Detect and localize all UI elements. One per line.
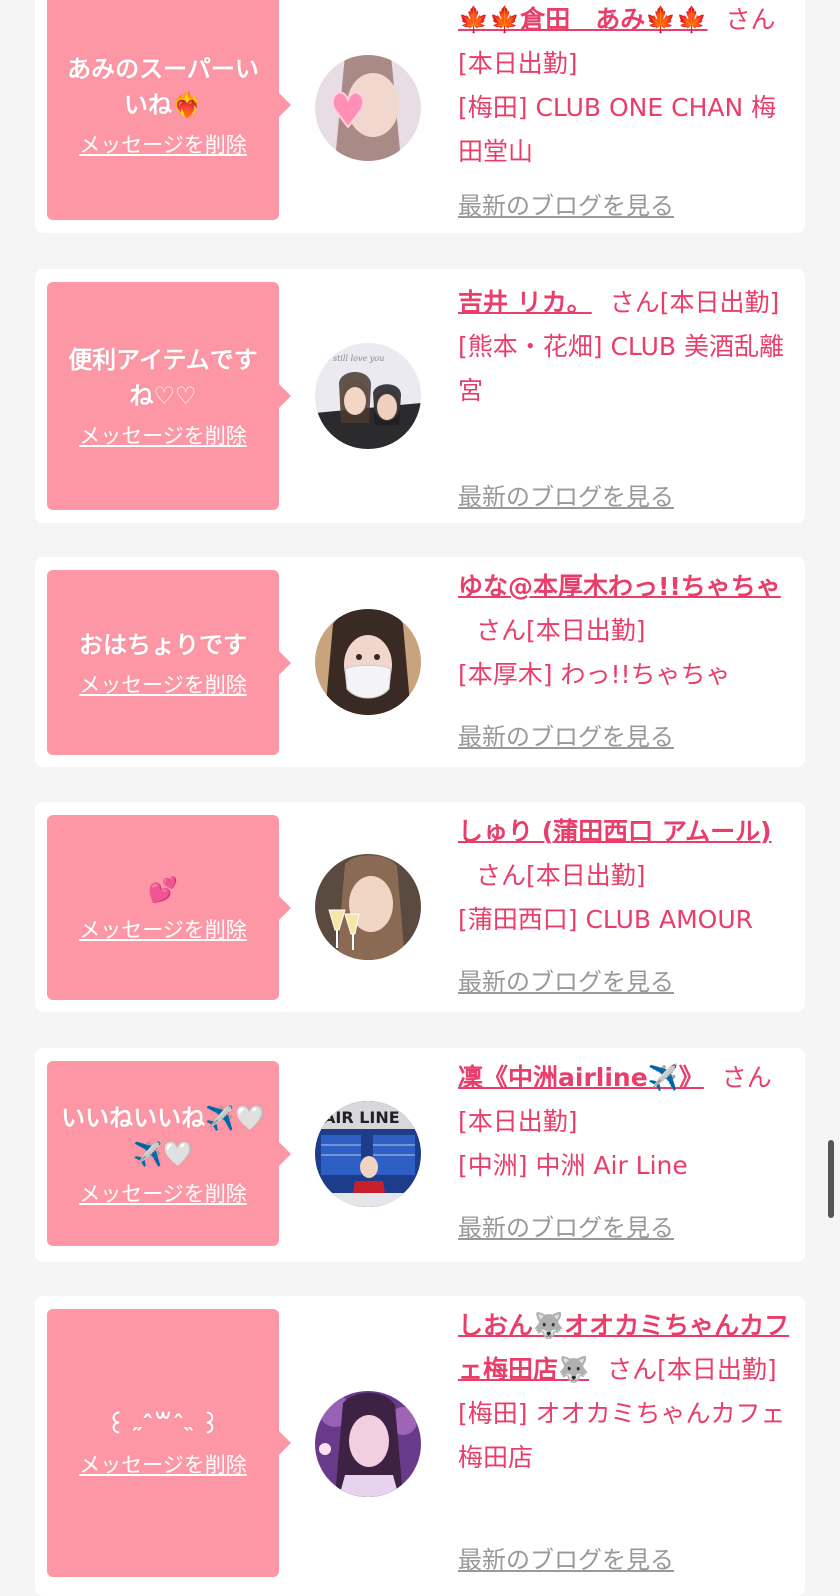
latest-blog-link[interactable]: 最新のブログを見る <box>458 184 674 228</box>
woman-with-champagne-icon <box>315 854 421 960</box>
cast-avatar[interactable] <box>315 854 421 960</box>
cast-info: しおん🐺オオカミちゃんカフェ梅田店🐺 さん[本日出勤] [梅田] オオカミちゃんカ… <box>458 1304 793 1574</box>
delete-message-link[interactable]: メッセージを削除 <box>79 916 247 944</box>
scrollbar-thumb[interactable] <box>828 1140 834 1218</box>
cast-info: 吉井 リカ。 さん[本日出勤] [熊本・花畑] CLUB 美酒乱離宮 最新のブログ… <box>458 281 793 511</box>
svg-text:S still love you: S still love you <box>325 354 384 363</box>
honorific: さん <box>476 861 527 890</box>
cast-avatar[interactable]: S still love you <box>315 343 421 449</box>
delete-message-link[interactable]: メッセージを削除 <box>79 1451 247 1479</box>
latest-blog-link[interactable]: 最新のブログを見る <box>458 715 674 759</box>
message-text: いいねいいね✈️🤍✈️🤍 <box>61 1103 265 1168</box>
delete-message-link[interactable]: メッセージを削除 <box>79 671 247 699</box>
message-card: 便利アイテムですね♡♡ メッセージを削除 S still love you 吉井… <box>35 269 805 523</box>
cast-info: 🍁🍁倉田 あみ🍁🍁 さん [本日出勤] [梅田] CLUB ONE CHAN 梅田堂… <box>458 0 793 220</box>
cast-info: 凜《中洲airline✈️》 さん[本日出勤] [中洲] 中洲 Air Line … <box>458 1056 793 1242</box>
honorific: さん <box>721 1063 772 1092</box>
cast-name-link[interactable]: 吉井 リカ。 <box>458 288 592 317</box>
latest-blog-link[interactable]: 最新のブログを見る <box>458 475 674 519</box>
message-bubble: いいねいいね✈️🤍✈️🤍 メッセージを削除 <box>47 1061 291 1246</box>
message-bubble: 便利アイテムですね♡♡ メッセージを削除 <box>47 282 291 510</box>
latest-blog-link[interactable]: 最新のブログを見る <box>458 1206 674 1250</box>
message-card: いいねいいね✈️🤍✈️🤍 メッセージを削除 AIR LINE 凜《中洲airli… <box>35 1048 805 1262</box>
cast-avatar[interactable] <box>315 55 421 161</box>
message-text: おはちょりです <box>79 630 247 659</box>
cast-name-link[interactable]: しゅり (蒲田西口 アムール) <box>458 817 772 846</box>
attendance-status: [本日出勤] <box>526 861 646 890</box>
message-text: ꒰ ˶ˆ꒳ˆ˵ ꒱ <box>106 1411 220 1439</box>
message-text: 💕 <box>148 875 178 904</box>
attendance-status: [本日出勤] <box>526 616 646 645</box>
cast-info: ゆな@本厚木わっ!!ちゃちゃさん[本日出勤] [本厚木] わっ!!ちゃちゃ 最新… <box>458 565 793 751</box>
airport-departure-board-icon: AIR LINE <box>315 1101 421 1207</box>
shop-name: [本厚木] わっ!!ちゃちゃ <box>458 660 731 689</box>
message-text: あみのスーパーいいね❤️‍🔥 <box>67 55 259 119</box>
honorific: さん <box>476 616 527 645</box>
message-bubble: ꒰ ˶ˆ꒳ˆ˵ ꒱ メッセージを削除 <box>47 1309 291 1577</box>
shop-name: [中洲] 中洲 Air Line <box>458 1151 688 1180</box>
honorific: さん <box>607 1355 658 1384</box>
cast-avatar[interactable] <box>315 1391 421 1497</box>
shop-name: [梅田] CLUB ONE CHAN 梅田堂山 <box>458 93 777 166</box>
woman-purple-lighting-icon <box>315 1391 421 1497</box>
latest-blog-link[interactable]: 最新のブログを見る <box>458 1538 674 1582</box>
message-bubble: あみのスーパーいいね❤️‍🔥 メッセージを削除 <box>47 0 291 220</box>
two-women-selfie-icon: S still love you <box>315 343 421 449</box>
attendance-status: [本日出勤] <box>659 288 780 317</box>
latest-blog-link[interactable]: 最新のブログを見る <box>458 960 674 1004</box>
delete-message-link[interactable]: メッセージを削除 <box>79 422 247 450</box>
message-card: 💕 メッセージを削除 しゅり (蒲田西口 アムール) さん[本日出勤] [蒲田西口… <box>35 802 805 1012</box>
honorific: さん <box>725 5 776 34</box>
cast-name-link[interactable]: ゆな@本厚木わっ!!ちゃちゃ <box>458 572 781 601</box>
delete-message-link[interactable]: メッセージを削除 <box>79 1180 247 1208</box>
cast-name-link[interactable]: 凜《中洲airline✈️》 <box>458 1063 704 1092</box>
cast-avatar[interactable]: AIR LINE <box>315 1101 421 1207</box>
attendance-status: [本日出勤] <box>657 1355 777 1384</box>
delete-message-link[interactable]: メッセージを削除 <box>79 131 247 159</box>
message-card: おはちょりです メッセージを削除 ゆな@本厚木わっ!!ちゃちゃさん[本日出勤] … <box>35 557 805 767</box>
woman-with-mask-icon <box>315 609 421 715</box>
shop-name: [熊本・花畑] CLUB 美酒乱離宮 <box>458 332 784 405</box>
message-bubble: 💕 メッセージを削除 <box>47 815 291 1000</box>
shop-name: [蒲田西口] CLUB AMOUR <box>458 905 754 934</box>
svg-text:AIR LINE: AIR LINE <box>323 1108 400 1127</box>
honorific: さん <box>609 288 660 317</box>
cast-name-link[interactable]: 🍁🍁倉田 あみ🍁🍁 <box>458 5 708 34</box>
cast-avatar[interactable] <box>315 609 421 715</box>
message-card: あみのスーパーいいね❤️‍🔥 メッセージを削除 🍁🍁倉田 あみ🍁🍁 さん [本日出勤… <box>35 0 805 233</box>
attendance-status: [本日出勤] <box>458 1107 578 1136</box>
shop-name: [梅田] オオカミちゃんカフェ梅田店 <box>458 1399 786 1472</box>
message-card: ꒰ ˶ˆ꒳ˆ˵ ꒱ メッセージを削除 しおん🐺オオカミちゃんカフェ梅田店🐺 さん[… <box>35 1296 805 1596</box>
cast-info: しゅり (蒲田西口 アムール) さん[本日出勤] [蒲田西口] CLUB AMOU… <box>458 810 793 996</box>
message-text: 便利アイテムですね♡♡ <box>68 346 258 410</box>
message-bubble: おはちょりです メッセージを削除 <box>47 570 291 755</box>
attendance-status: [本日出勤] <box>458 49 578 78</box>
woman-with-heart-sticker-icon <box>315 55 421 161</box>
